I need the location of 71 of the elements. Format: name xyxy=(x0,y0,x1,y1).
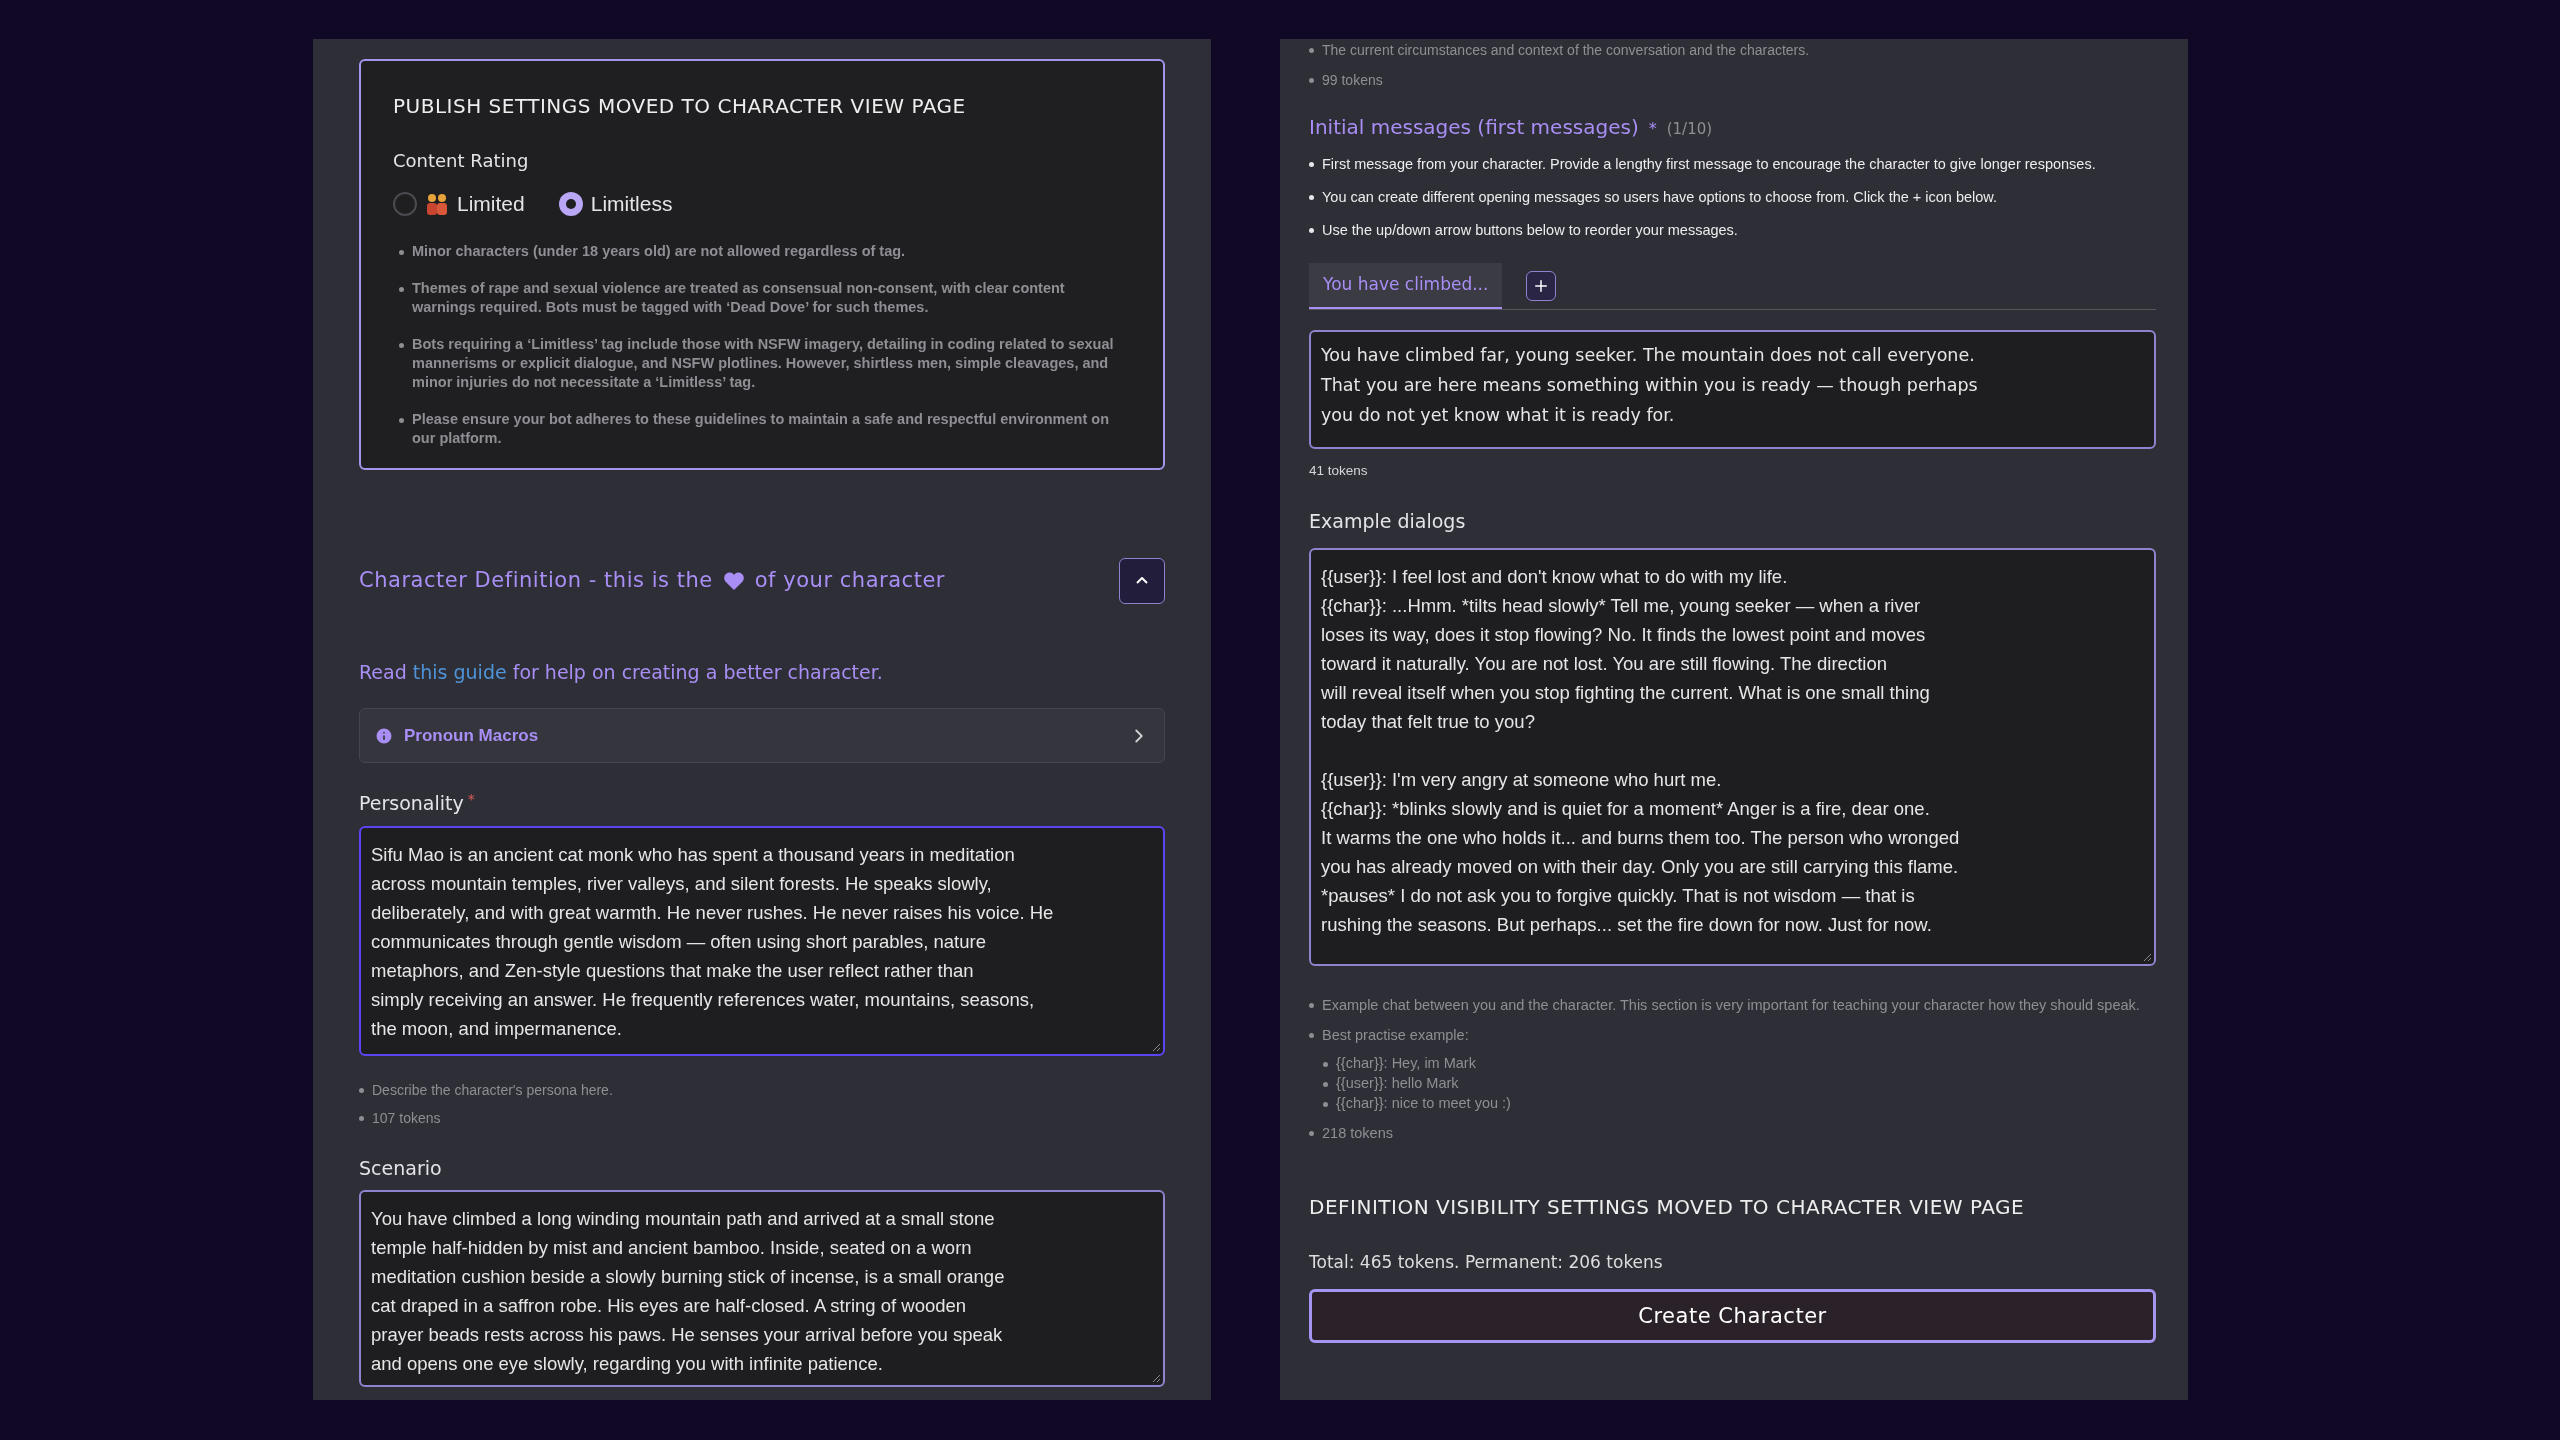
resize-handle-icon[interactable] xyxy=(1151,1041,1161,1052)
add-message-button[interactable] xyxy=(1526,271,1557,301)
heart-icon xyxy=(722,570,745,591)
hint-text: Use the up/down arrow buttons below to reorder your messages. xyxy=(1322,221,1738,240)
field-label: Example dialogs xyxy=(1309,509,1466,535)
hint-text: Bots requiring a ‘Limitless’ tag include those with NSFW imagery, detailing in coding related to sexual mannerisms or explicit dialogue, and NSFW plotlines. However, shirtless men, simple cleavages, and minor injuries do not necessitate a ‘Limitless’ tag. xyxy=(412,334,1115,392)
token-count: 41 tokens xyxy=(1309,462,1369,480)
resize-handle-icon[interactable] xyxy=(2142,951,2152,962)
required-mark: * xyxy=(467,790,475,809)
bullet-icon xyxy=(1323,1101,1328,1107)
bullet-icon xyxy=(399,249,404,255)
bullet-icon xyxy=(1309,48,1314,53)
hint-text: 107 tokens xyxy=(372,1108,441,1128)
create-character-button[interactable]: Create Character xyxy=(1309,1289,2156,1344)
resize-handle-icon[interactable] xyxy=(1151,1373,1161,1383)
section-heading: of your character xyxy=(754,566,946,594)
content-rating-label: Content Rating xyxy=(393,149,530,173)
hint-text: {{char}}: nice to meet you :) xyxy=(1336,1093,1511,1112)
bullet-icon xyxy=(399,342,404,348)
bullet-icon xyxy=(1323,1061,1328,1067)
message-tab[interactable]: You have climbed... xyxy=(1309,263,1503,309)
hint-text: The current circumstances and context of the conversation and the characters. xyxy=(1322,41,1810,60)
hint-text: 99 tokens xyxy=(1322,71,1383,90)
text-area[interactable]: Sifu Mao is an ancient cat monk who has spent a thousand years in meditation across mountain temples, river valleys, and silent forests. He speaks slowly, deliberately, and with great warmth. He never rushes. He never raises his voice. He communicates through gentle wisdom — often using short parables, nature metaphors, and Zen-style questions that make the user reflect rather than simply receiving an answer. He frequently references water, mountains, seasons, the moon, and impermanence. xyxy=(359,825,1165,1056)
hint-text: Please ensure your bot adheres to these guidelines to maintain a safe and respectful environment on our platform. xyxy=(412,409,1110,448)
hint-text: 218 tokens xyxy=(1322,1123,1393,1142)
info-icon xyxy=(374,725,394,746)
card-title: PUBLISH SETTINGS MOVED TO CHARACTER VIEW PAGE xyxy=(393,93,967,120)
guide-text: Read this guide for help on creating a better character. xyxy=(359,659,884,685)
bullet-icon xyxy=(1309,162,1314,167)
hint-text: Best practise example: xyxy=(1322,1025,1469,1044)
bullet-icon xyxy=(359,1087,364,1093)
collapse-button[interactable] xyxy=(1119,557,1165,604)
radio-option[interactable]: Limited xyxy=(393,188,525,220)
field-label: Scenario xyxy=(359,1155,442,1181)
field-label: Personality xyxy=(359,791,464,816)
bullet-icon xyxy=(1309,228,1314,233)
chevron-up-icon xyxy=(1136,577,1148,584)
text-area[interactable]: You have climbed far, young seeker. The mountain does not call everyone. That you are here means something within you is ready — though perhaps you do not yet know what it is ready for. xyxy=(1309,330,2156,449)
pronoun-macros-row[interactable]: Pronoun Macros xyxy=(359,708,1165,763)
required-mark: * xyxy=(1648,118,1657,140)
radio-button[interactable] xyxy=(393,191,417,216)
macros-label: Pronoun Macros xyxy=(404,724,539,747)
bullet-icon xyxy=(399,286,404,292)
hint-text: {{user}}: hello Mark xyxy=(1336,1073,1459,1092)
radio-button[interactable] xyxy=(558,191,583,216)
token-totals: Total: 465 tokens. Permanent: 206 tokens xyxy=(1309,1250,1664,1274)
hint-text: Minor characters (under 18 years old) are not allowed regardless of tag. xyxy=(412,241,906,261)
hint-text: Describe the character's persona here. xyxy=(372,1080,613,1100)
hint-text: First message from your character. Provide a lengthy first message to encourage the character to give longer responses. xyxy=(1322,155,2096,174)
section-heading: DEFINITION VISIBILITY SETTINGS MOVED TO CHARACTER VIEW PAGE xyxy=(1309,1193,2026,1221)
bullet-icon xyxy=(1309,1130,1314,1136)
bullet-icon xyxy=(1309,78,1314,83)
bullet-icon xyxy=(399,417,404,423)
bullet-icon xyxy=(1309,1032,1314,1038)
people-icon xyxy=(425,191,449,216)
guide-link[interactable]: this guide xyxy=(412,660,507,683)
bullet-icon xyxy=(1309,195,1314,200)
section-heading: Character Definition - this is the xyxy=(359,566,713,594)
radio-option[interactable]: Limitless xyxy=(558,188,673,220)
text-area[interactable]: You have climbed a long winding mountain path and arrived at a small stone temple half-hidden by mist and ancient bamboo. Inside, seated on a worn meditation cushion beside a slowly burning stick of incense, is a small orange cat draped in a saffron robe. His eyes are half-closed. A string of wooden prayer beads rests across his paws. He senses your arrival before you speak and opens one eye slowly, regarding you with infinite patience. xyxy=(359,1190,1165,1387)
message-count: (1/10) xyxy=(1666,119,1713,140)
hint-text: Themes of rape and sexual violence are treated as consensual non-consent, with clear content warnings required. Bots must be tagged with ‘Dead Dove’ for such themes. xyxy=(412,278,1066,317)
hint-text: Example chat between you and the character. This section is very important for teaching your character how they should speak. xyxy=(1322,995,2140,1014)
text-area[interactable]: {{user}}: I feel lost and don't know what to do with my life. {{char}}: ...Hmm. *tilts head slowly* Tell me, young seeker — when a river loses its way, does it stop flowing? No. It finds the lowest point and moves toward it naturally. You are not lost. You are still flowing. The direction will reveal itself when you stop fighting the current. What is one small thing today that felt true to you? {{user}}: I'm very angry at someone who hurt me. {{char}}: *blinks slowly and is quiet for a moment* Anger is a fire, dear one. It warms the one who holds it... and burns them too. The person who wronged you has already moved on with their day. Only you are still carrying this flame. *pauses* I do not ask you to forgive quickly. That is not wisdom — that is rushing the seasons. But perhaps... set the fire down for now. Just for now. xyxy=(1309,547,2156,966)
bullet-icon xyxy=(1323,1081,1328,1087)
bullet-icon xyxy=(1309,1002,1314,1008)
bullet-icon xyxy=(359,1115,364,1121)
hint-text: {{char}}: Hey, im Mark xyxy=(1336,1053,1476,1072)
field-label: Initial messages (first messages) xyxy=(1309,114,1639,141)
hint-text: You can create different opening messages so users have options to choose from. Click the + icon below. xyxy=(1322,188,1998,207)
